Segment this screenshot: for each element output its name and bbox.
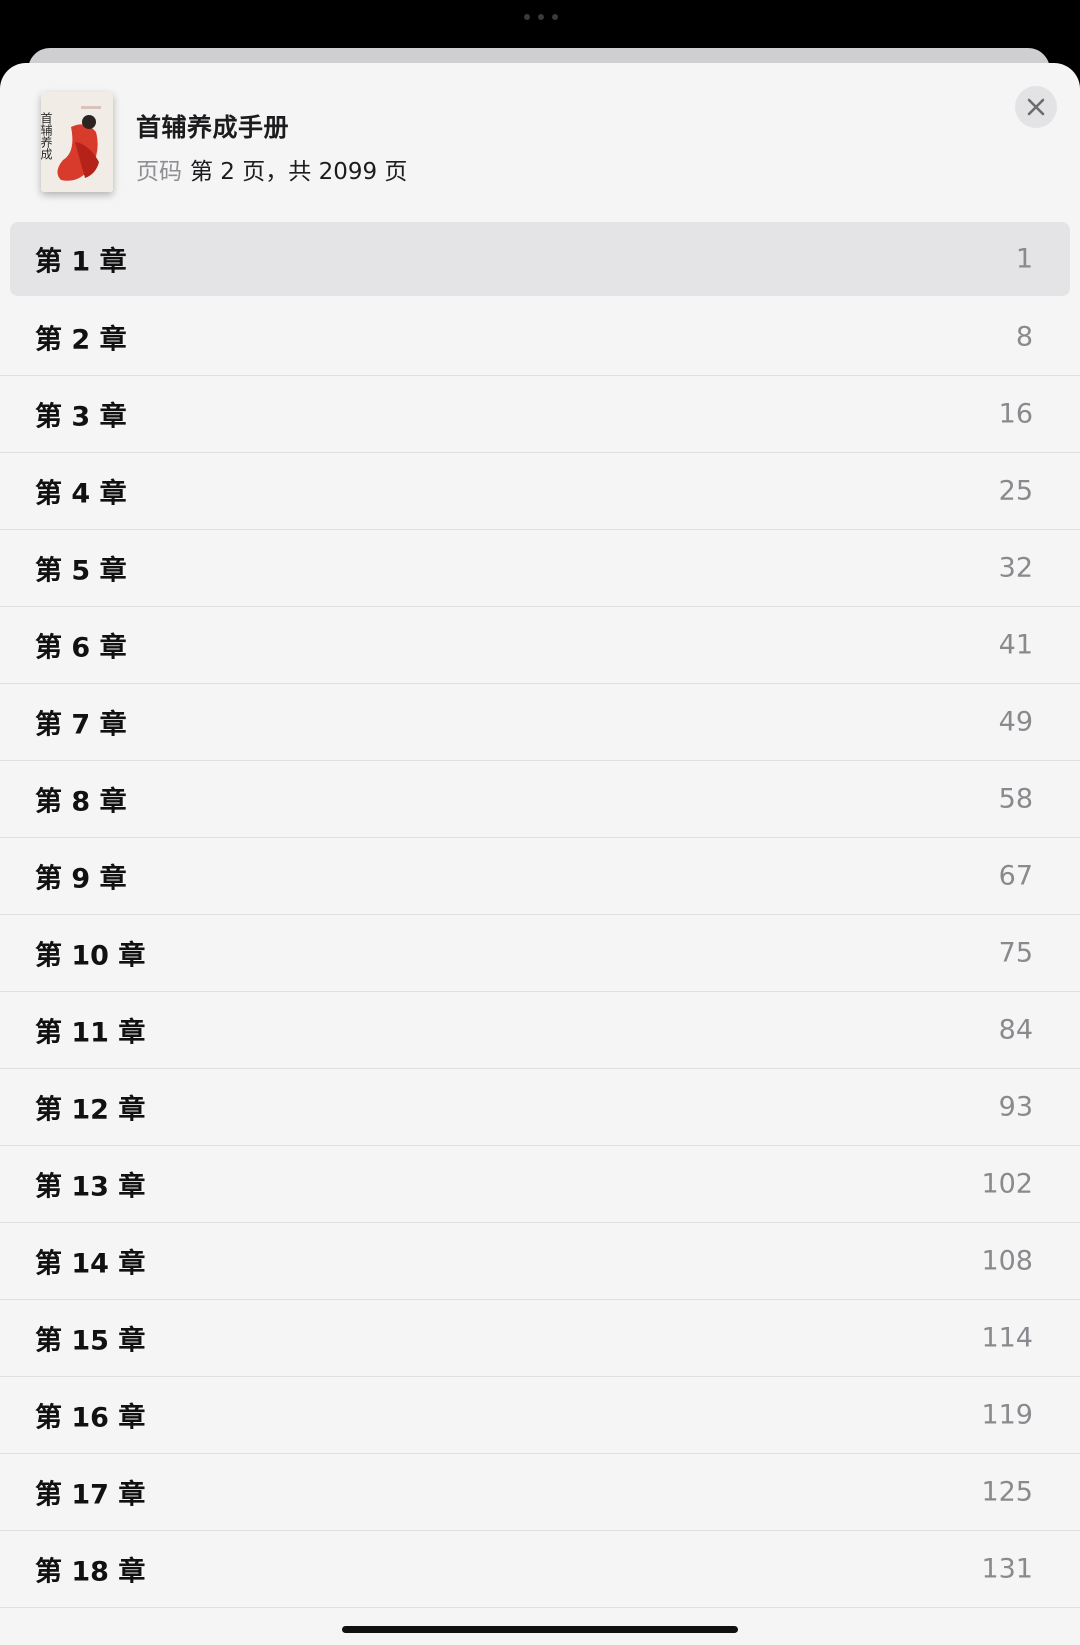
chapter-row[interactable]: 第 2 章 8	[0, 299, 1080, 376]
svg-text:首辅养成: 首辅养成	[41, 112, 53, 161]
book-header: 首辅养成 首辅养成手册 页码第 2 页，共 2099 页	[0, 63, 1080, 218]
chapter-page: 75	[998, 937, 1033, 969]
chapter-page: 102	[981, 1168, 1033, 1200]
chapter-list: 第 1 章 1 第 2 章 8 第 3 章 16 第 4 章 25 第 5 章 …	[0, 222, 1080, 1608]
chapter-title: 第 12 章	[35, 1094, 146, 1126]
chapter-title: 第 15 章	[35, 1325, 146, 1357]
chapter-page: 32	[998, 552, 1033, 584]
chapter-page: 84	[998, 1014, 1033, 1046]
chapter-title: 第 10 章	[35, 940, 146, 972]
page-info: 页码第 2 页，共 2099 页	[136, 152, 407, 186]
chapter-page: 119	[981, 1399, 1033, 1431]
chapter-row[interactable]: 第 5 章 32	[0, 530, 1080, 607]
chapter-title: 第 4 章	[35, 478, 127, 510]
chapter-page: 41	[998, 629, 1033, 661]
chapter-title: 第 11 章	[35, 1017, 146, 1049]
chapter-page: 125	[981, 1476, 1033, 1508]
chapter-row[interactable]: 第 16 章 119	[0, 1377, 1080, 1454]
toc-sheet: 首辅养成 首辅养成手册 页码第 2 页，共 2099 页 第 1 章 1 第 2…	[0, 63, 1080, 1645]
chapter-title: 第 3 章	[35, 401, 127, 433]
chapter-page: 114	[981, 1322, 1033, 1354]
home-indicator[interactable]	[342, 1626, 738, 1633]
chapter-title: 第 1 章	[35, 246, 127, 277]
chapter-row[interactable]: 第 15 章 114	[0, 1300, 1080, 1377]
chapter-row[interactable]: 第 11 章 84	[0, 992, 1080, 1069]
chapter-page: 131	[981, 1553, 1033, 1585]
close-button[interactable]	[1015, 86, 1057, 128]
chapter-row[interactable]: 第 3 章 16	[0, 376, 1080, 453]
book-cover: 首辅养成	[41, 92, 113, 192]
chapter-page: 16	[998, 398, 1033, 430]
chapter-title: 第 13 章	[35, 1171, 146, 1203]
chapter-title: 第 18 章	[35, 1556, 146, 1588]
chapter-row[interactable]: 第 1 章 1	[10, 222, 1070, 296]
chapter-page: 108	[981, 1245, 1033, 1277]
chapter-title: 第 6 章	[35, 632, 127, 664]
chapter-page: 93	[998, 1091, 1033, 1123]
chapter-row[interactable]: 第 6 章 41	[0, 607, 1080, 684]
chapter-row[interactable]: 第 14 章 108	[0, 1223, 1080, 1300]
chapter-title: 第 17 章	[35, 1479, 146, 1511]
chapter-title: 第 5 章	[35, 555, 127, 587]
chapter-row[interactable]: 第 4 章 25	[0, 453, 1080, 530]
chapter-page: 67	[998, 860, 1033, 892]
chapter-title: 第 2 章	[35, 324, 127, 356]
chapter-row[interactable]: 第 18 章 131	[0, 1531, 1080, 1608]
chapter-row[interactable]: 第 13 章 102	[0, 1146, 1080, 1223]
chapter-row[interactable]: 第 9 章 67	[0, 838, 1080, 915]
chapter-page: 1	[1015, 243, 1033, 274]
chapter-page: 58	[998, 783, 1033, 815]
page-value: 第 2 页，共 2099 页	[190, 159, 408, 185]
chapter-title: 第 14 章	[35, 1248, 146, 1280]
chapter-row[interactable]: 第 17 章 125	[0, 1454, 1080, 1531]
chapter-title: 第 8 章	[35, 786, 127, 818]
chapter-row[interactable]: 第 10 章 75	[0, 915, 1080, 992]
close-icon	[1027, 98, 1045, 116]
chapter-page: 25	[998, 475, 1033, 507]
chapter-page: 8	[1015, 321, 1033, 353]
chapter-row[interactable]: 第 12 章 93	[0, 1069, 1080, 1146]
page-label: 页码	[136, 159, 182, 185]
book-title: 首辅养成手册	[136, 113, 290, 142]
chapter-page: 49	[998, 706, 1033, 738]
chapter-title: 第 7 章	[35, 709, 127, 741]
chapter-title: 第 9 章	[35, 863, 127, 895]
grabber-dots-icon[interactable]	[524, 14, 558, 20]
chapter-title: 第 16 章	[35, 1402, 146, 1434]
chapter-row[interactable]: 第 7 章 49	[0, 684, 1080, 761]
chapter-row[interactable]: 第 8 章 58	[0, 761, 1080, 838]
